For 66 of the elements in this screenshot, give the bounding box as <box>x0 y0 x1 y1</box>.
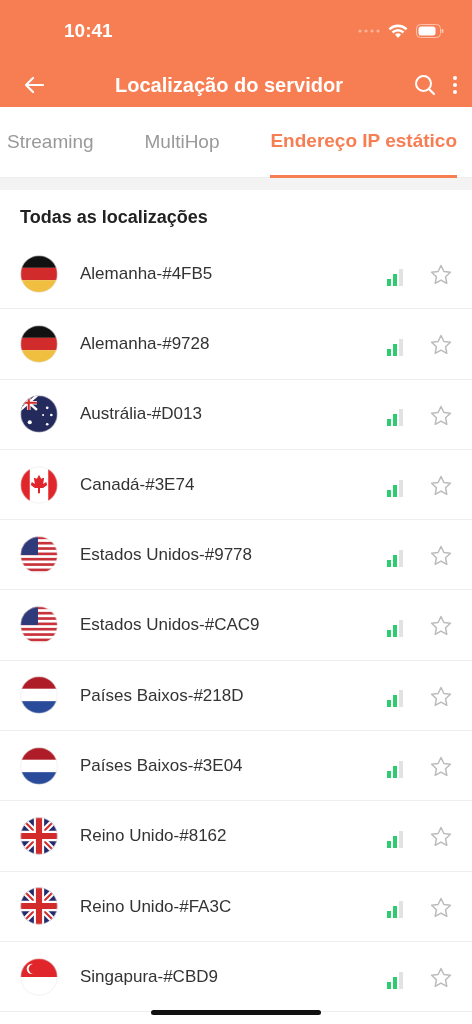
star-icon <box>430 545 452 567</box>
signal-strength-icon <box>386 759 404 778</box>
star-icon <box>430 404 452 426</box>
signal-strength-icon <box>386 478 404 497</box>
server-name: Alemanha-#4FB5 <box>80 262 214 285</box>
server-row[interactable]: Alemanha-#4FB5 <box>0 239 472 310</box>
signal-strength-icon <box>386 337 404 356</box>
server-name: Reino Unido-#8162 <box>80 825 228 848</box>
star-icon <box>430 966 452 988</box>
server-row[interactable]: Países Baixos-#3E04 <box>0 731 472 802</box>
flag-icon <box>20 676 58 715</box>
star-icon <box>430 756 452 777</box>
flag-icon <box>20 254 58 293</box>
flag-icon <box>20 324 58 363</box>
flag-icon <box>20 957 58 996</box>
server-name: Alemanha-#9728 <box>80 333 211 356</box>
server-name: Canadá-#3E74 <box>80 473 196 496</box>
signal-strength-icon <box>386 970 404 989</box>
cellular-signal-icon <box>358 29 380 33</box>
server-name: Estados Unidos-#CAC9 <box>80 614 261 637</box>
search-icon <box>414 74 436 97</box>
star-icon <box>430 826 452 848</box>
star-icon <box>430 474 452 496</box>
server-name: Estados Unidos-#9778 <box>80 544 253 567</box>
signal-strength-icon <box>386 900 404 919</box>
wifi-icon <box>388 23 408 39</box>
star-icon <box>430 896 452 918</box>
server-name: Países Baixos-#3E04 <box>80 754 244 777</box>
server-row[interactable]: Reino Unido-#FA3C <box>0 871 472 942</box>
flag-icon <box>20 395 58 434</box>
server-row[interactable]: Estados Unidos-#9778 <box>0 520 472 591</box>
star-icon <box>430 685 452 707</box>
server-name: Países Baixos-#218D <box>80 684 245 707</box>
favorite-button[interactable] <box>430 824 452 848</box>
battery-icon <box>416 24 444 38</box>
signal-strength-icon <box>386 830 404 848</box>
star-icon <box>430 334 452 356</box>
server-name: Singapura-#CBD9 <box>80 965 219 988</box>
server-row[interactable]: Canadá-#3E74 <box>0 449 472 521</box>
star-icon <box>430 263 452 285</box>
server-row[interactable]: Reino Unido-#8162 <box>0 801 472 872</box>
signal-strength-icon <box>386 619 404 638</box>
signal-strength-icon <box>386 267 404 286</box>
flag-icon <box>20 817 58 855</box>
server-name: Austrália-#D013 <box>80 403 203 426</box>
server-row[interactable]: Austrália-#D013 <box>0 379 472 450</box>
search-button[interactable] <box>414 72 436 97</box>
signal-strength-icon <box>386 408 404 427</box>
more-icon <box>452 75 458 96</box>
flag-icon <box>20 465 58 504</box>
flag-icon <box>20 535 58 574</box>
flag-icon <box>20 887 58 926</box>
status-time: 10:41 <box>64 18 113 43</box>
section-title: Todas as localizações <box>19 206 209 229</box>
signal-strength-icon <box>386 689 404 708</box>
star-icon <box>430 615 452 637</box>
server-row[interactable]: Países Baixos-#218D <box>0 660 472 732</box>
favorite-button[interactable] <box>430 613 452 638</box>
server-row[interactable]: Alemanha-#9728 <box>0 309 472 380</box>
server-name: Reino Unido-#FA3C <box>80 895 233 918</box>
signal-strength-icon <box>386 548 404 567</box>
screen-title: Localização do servidor <box>114 72 344 98</box>
flag-icon <box>20 606 58 645</box>
flag-icon <box>20 746 58 785</box>
server-row[interactable]: Estados Unidos-#CAC9 <box>0 590 472 661</box>
back-arrow-icon <box>24 76 44 95</box>
